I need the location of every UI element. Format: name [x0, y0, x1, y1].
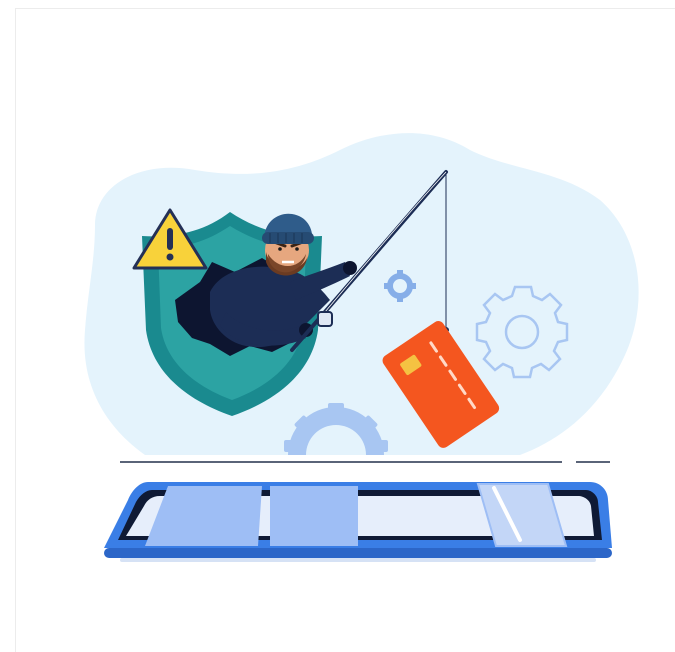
phishing-illustration [84, 133, 639, 562]
screen-panel-center [270, 486, 358, 546]
smartphone-icon [104, 482, 612, 562]
